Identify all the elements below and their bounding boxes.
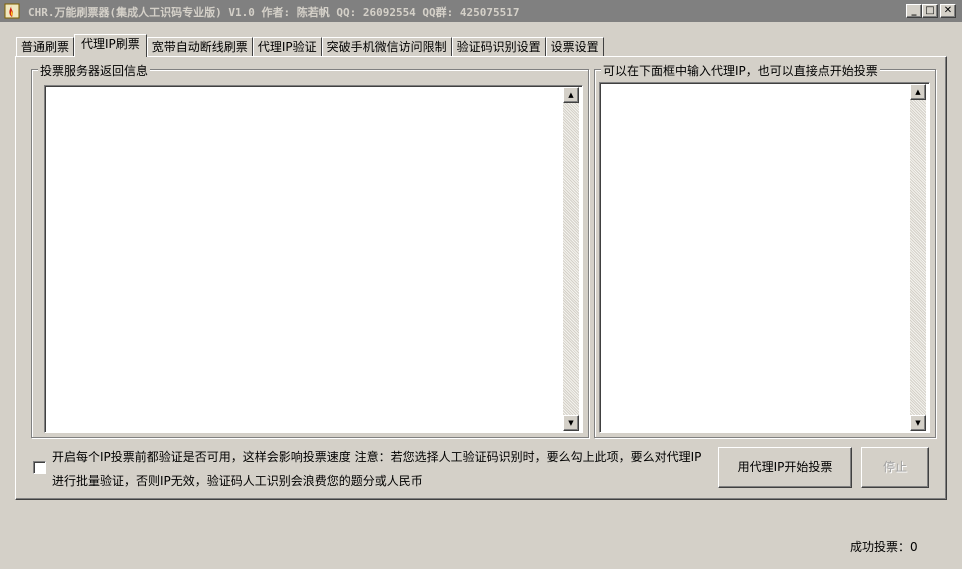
tab-proxy-ip-verify[interactable]: 代理IP验证 (252, 37, 322, 57)
title-bar[interactable]: CHR.万能刷票器(集成人工识码专业版) V1.0 作者: 陈若帆 QQ: 26… (0, 0, 962, 22)
success-vote-status: 成功投票：0 (850, 538, 918, 555)
stop-button[interactable]: 停止 (861, 447, 929, 488)
tab-strip: 普通刷票 代理IP刷票 宽带自动断线刷票 代理IP验证 突破手机微信访问限制 验… (16, 34, 604, 57)
maximize-button[interactable]: □ (922, 4, 938, 18)
tab-vote-settings[interactable]: 设票设置 (545, 37, 604, 57)
tab-proxy-ip-vote[interactable]: 代理IP刷票 (74, 34, 147, 57)
proxy-ip-scrollbar[interactable]: ▲ ▼ (910, 84, 926, 431)
server-response-label: 投票服务器返回信息 (38, 62, 151, 79)
tab-normal-vote[interactable]: 普通刷票 (16, 37, 75, 57)
start-proxy-vote-button[interactable]: 用代理IP开始投票 (718, 447, 852, 488)
server-response-textarea[interactable] (44, 85, 583, 433)
verify-ip-checkbox[interactable] (33, 461, 46, 474)
success-vote-label: 成功投票： (850, 540, 911, 554)
tab-broadband-reconnect[interactable]: 宽带自动断线刷票 (146, 37, 253, 57)
tab-captcha-settings[interactable]: 验证码识别设置 (451, 37, 546, 57)
success-vote-count: 0 (910, 540, 918, 554)
window-title: CHR.万能刷票器(集成人工识码专业版) V1.0 作者: 陈若帆 QQ: 26… (28, 6, 520, 19)
scroll-down-icon[interactable]: ▼ (563, 415, 579, 431)
proxy-ip-textarea[interactable] (599, 82, 930, 433)
proxy-ip-label: 可以在下面框中输入代理IP，也可以直接点开始投票 (601, 62, 880, 79)
verify-ip-label-line2: 进行批量验证，否则IP无效，验证码人工识别会浪费您的题分或人民币 (52, 474, 423, 488)
app-icon (4, 3, 20, 19)
minimize-button[interactable]: _ (906, 4, 922, 18)
close-button[interactable]: ✕ (940, 4, 956, 18)
verify-ip-label-line1: 开启每个IP投票前都验证是否可用，这样会影响投票速度 注意：若您选择人工验证码识… (52, 450, 702, 464)
scroll-up-icon[interactable]: ▲ (910, 84, 926, 100)
server-response-scrollbar[interactable]: ▲ ▼ (563, 87, 579, 431)
scroll-up-icon[interactable]: ▲ (563, 87, 579, 103)
tab-mobile-wechat-limit[interactable]: 突破手机微信访问限制 (321, 37, 452, 57)
scroll-down-icon[interactable]: ▼ (910, 415, 926, 431)
